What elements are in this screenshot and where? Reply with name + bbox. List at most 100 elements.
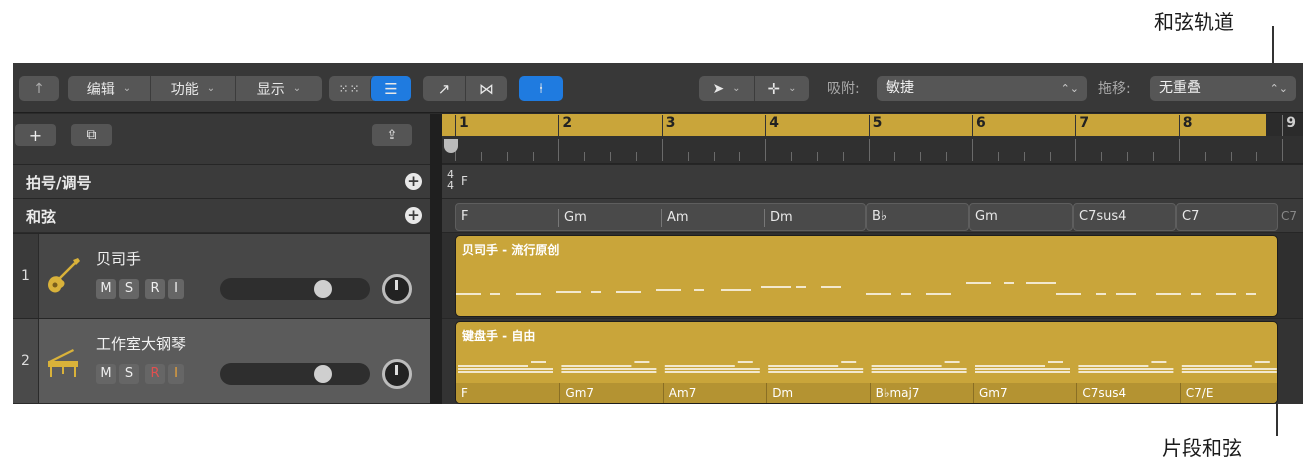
fader-knob[interactable] [314, 365, 332, 383]
track-header-piano[interactable]: 2 工作室大钢琴 M S R I [13, 318, 430, 403]
ruler-tick [1023, 152, 1025, 161]
ruler-tick [480, 152, 482, 161]
ruler-tick [816, 152, 818, 161]
session-player-region-bass[interactable]: 贝司手 - 流行原创 [455, 235, 1278, 317]
bar-number: 2 [558, 115, 572, 136]
tracks-toolbar: ↑ 编辑 ⌄ 功能 ⌄ 显示 ⌄ ⁙⁙ ☰ ↗ ⋈ ⍿ ➤ ⌄ ✛ ⌄ 吸附: 敏捷 ⌃⌄ … [13, 63, 1303, 113]
ruler[interactable] [442, 136, 1303, 164]
time-signature[interactable]: 4 4 [447, 169, 454, 191]
mute-button[interactable]: M [96, 279, 116, 299]
track-name[interactable]: 工作室大钢琴 [96, 333, 186, 354]
solo-button[interactable]: S [119, 364, 139, 384]
input-monitor-button[interactable]: I [168, 279, 184, 299]
chord-label: C7sus4 [1079, 209, 1127, 224]
ruler-tick [972, 139, 973, 161]
ruler-tick [1152, 152, 1154, 161]
record-enable-button[interactable]: R [145, 279, 165, 299]
go-up-button[interactable]: ↑ [19, 76, 59, 101]
signature-track-label: 拍号/调号 [26, 174, 92, 192]
session-player-region-keys[interactable]: 键盘手 - 自由 F Gm7 Am7 Dm B♭maj7 Gm7 C7sus4 C7/E [455, 321, 1278, 404]
ruler-tick [997, 152, 999, 161]
tool-group: ➤ ⌄ ✛ ⌄ [699, 76, 809, 101]
volume-fader[interactable] [220, 363, 370, 385]
functions-menu[interactable]: 功能 ⌄ [150, 76, 235, 101]
snap-label: 吸附: [827, 81, 860, 97]
fader-knob[interactable] [314, 280, 332, 298]
add-track-button[interactable]: + [15, 124, 56, 146]
region-chords-strip: F Gm7 Am7 Dm B♭maj7 Gm7 C7sus4 C7/E [456, 383, 1277, 403]
chord-segment[interactable]: F Gm Am Dm [455, 203, 866, 231]
chord-segment[interactable]: B♭ [866, 203, 969, 231]
duplicate-track-button[interactable]: ⧉ [71, 124, 112, 146]
automation-curve-icon: ↗ [437, 79, 451, 98]
chord-label: Gm [558, 209, 587, 227]
view-menu[interactable]: 显示 ⌄ [235, 76, 322, 101]
chord-label: F [461, 209, 469, 224]
signature-lane[interactable]: 4 4 F [442, 164, 1303, 198]
track-name[interactable]: 贝司手 [96, 248, 141, 269]
key-signature[interactable]: F [461, 175, 468, 187]
menu-group: 编辑 ⌄ 功能 ⌄ 显示 ⌄ [68, 76, 322, 101]
global-tracks-button[interactable]: ⇪ [372, 124, 412, 146]
record-enable-button[interactable]: R [145, 364, 165, 384]
list-view-button[interactable]: ☰ [370, 76, 411, 101]
chevron-down-icon: ⌄ [206, 83, 216, 94]
keys-note-preview [458, 361, 1277, 373]
playhead-handle[interactable] [444, 139, 458, 153]
updown-icon: ⌃⌄ [1060, 82, 1079, 95]
bar-number: 1 [455, 115, 469, 136]
pointer-icon: ➤ [712, 80, 725, 97]
track-number: 2 [13, 319, 39, 403]
input-monitor-button[interactable]: I [168, 364, 184, 384]
marquee-tool[interactable]: ✛ ⌄ [754, 76, 809, 101]
ruler-tick [739, 152, 741, 161]
pan-knob[interactable] [382, 359, 412, 389]
ruler-tick [1178, 139, 1180, 161]
ruler-tick [1101, 152, 1103, 161]
plus-icon: + [28, 125, 43, 145]
automation-button[interactable]: ↗ [423, 76, 465, 101]
flex-button[interactable]: ⋈ [465, 76, 507, 101]
solo-button[interactable]: S [119, 279, 139, 299]
edit-menu[interactable]: 编辑 ⌄ [68, 76, 150, 101]
chord-track-header[interactable]: 和弦 + [13, 198, 430, 232]
region-chord-label: B♭maj7 [869, 383, 973, 403]
pointer-tool[interactable]: ➤ ⌄ [699, 76, 754, 101]
ruler-tick [946, 152, 948, 161]
catch-button[interactable]: ⍿ [519, 76, 563, 101]
arrange-area[interactable]: 1 2 3 4 5 6 7 8 9 4 4 F F Gm Am Dm B♭ Gm C7sus4 … [442, 114, 1303, 404]
region-chord-label: Am7 [662, 383, 766, 403]
chord-lane[interactable]: F Gm Am Dm B♭ Gm C7sus4 C7 C7 [442, 198, 1303, 232]
grid-icon: ⁙⁙ [338, 81, 361, 96]
track-header-bass[interactable]: 1 贝司手 M S R I [13, 233, 430, 318]
bar-number: 5 [868, 115, 882, 136]
edit-menu-label: 编辑 [86, 81, 115, 98]
mute-button[interactable]: M [96, 364, 116, 384]
header-divider[interactable] [430, 114, 442, 404]
bass-track-lane[interactable]: 贝司手 - 流行原创 [442, 232, 1303, 318]
ruler-tick [1204, 152, 1206, 161]
add-signature-icon[interactable]: + [405, 173, 422, 190]
chord-segment[interactable]: C7 [1176, 203, 1278, 231]
volume-fader[interactable] [220, 278, 370, 300]
bar-number: 4 [765, 115, 779, 136]
signature-track-header[interactable]: 拍号/调号 + [13, 164, 430, 198]
piano-track-lane[interactable]: 键盘手 - 自由 F Gm7 Am7 Dm B♭maj7 Gm7 C7sus4 C7/E [442, 318, 1303, 404]
pan-knob[interactable] [382, 274, 412, 304]
chord-label: B♭ [872, 209, 888, 224]
view-menu-label: 显示 [256, 81, 285, 98]
ruler-tick [661, 139, 663, 161]
chord-segment[interactable]: C7sus4 [1073, 203, 1176, 231]
snap-select[interactable]: 敏捷 ⌃⌄ [877, 76, 1087, 101]
drag-select[interactable]: 无重叠 ⌃⌄ [1150, 76, 1296, 101]
ruler-tick [713, 152, 715, 161]
grid-view-button[interactable]: ⁙⁙ [329, 76, 370, 101]
add-chord-icon[interactable]: + [405, 207, 422, 224]
chord-label: Dm [764, 209, 793, 227]
chevron-down-icon: ⌄ [788, 83, 797, 94]
time-signature-bottom: 4 [447, 179, 454, 192]
ruler-tick [920, 152, 922, 161]
catch-playhead-icon: ⍿ [539, 80, 543, 97]
bar-number: 8 [1178, 115, 1193, 136]
chord-segment[interactable]: Gm [969, 203, 1073, 231]
